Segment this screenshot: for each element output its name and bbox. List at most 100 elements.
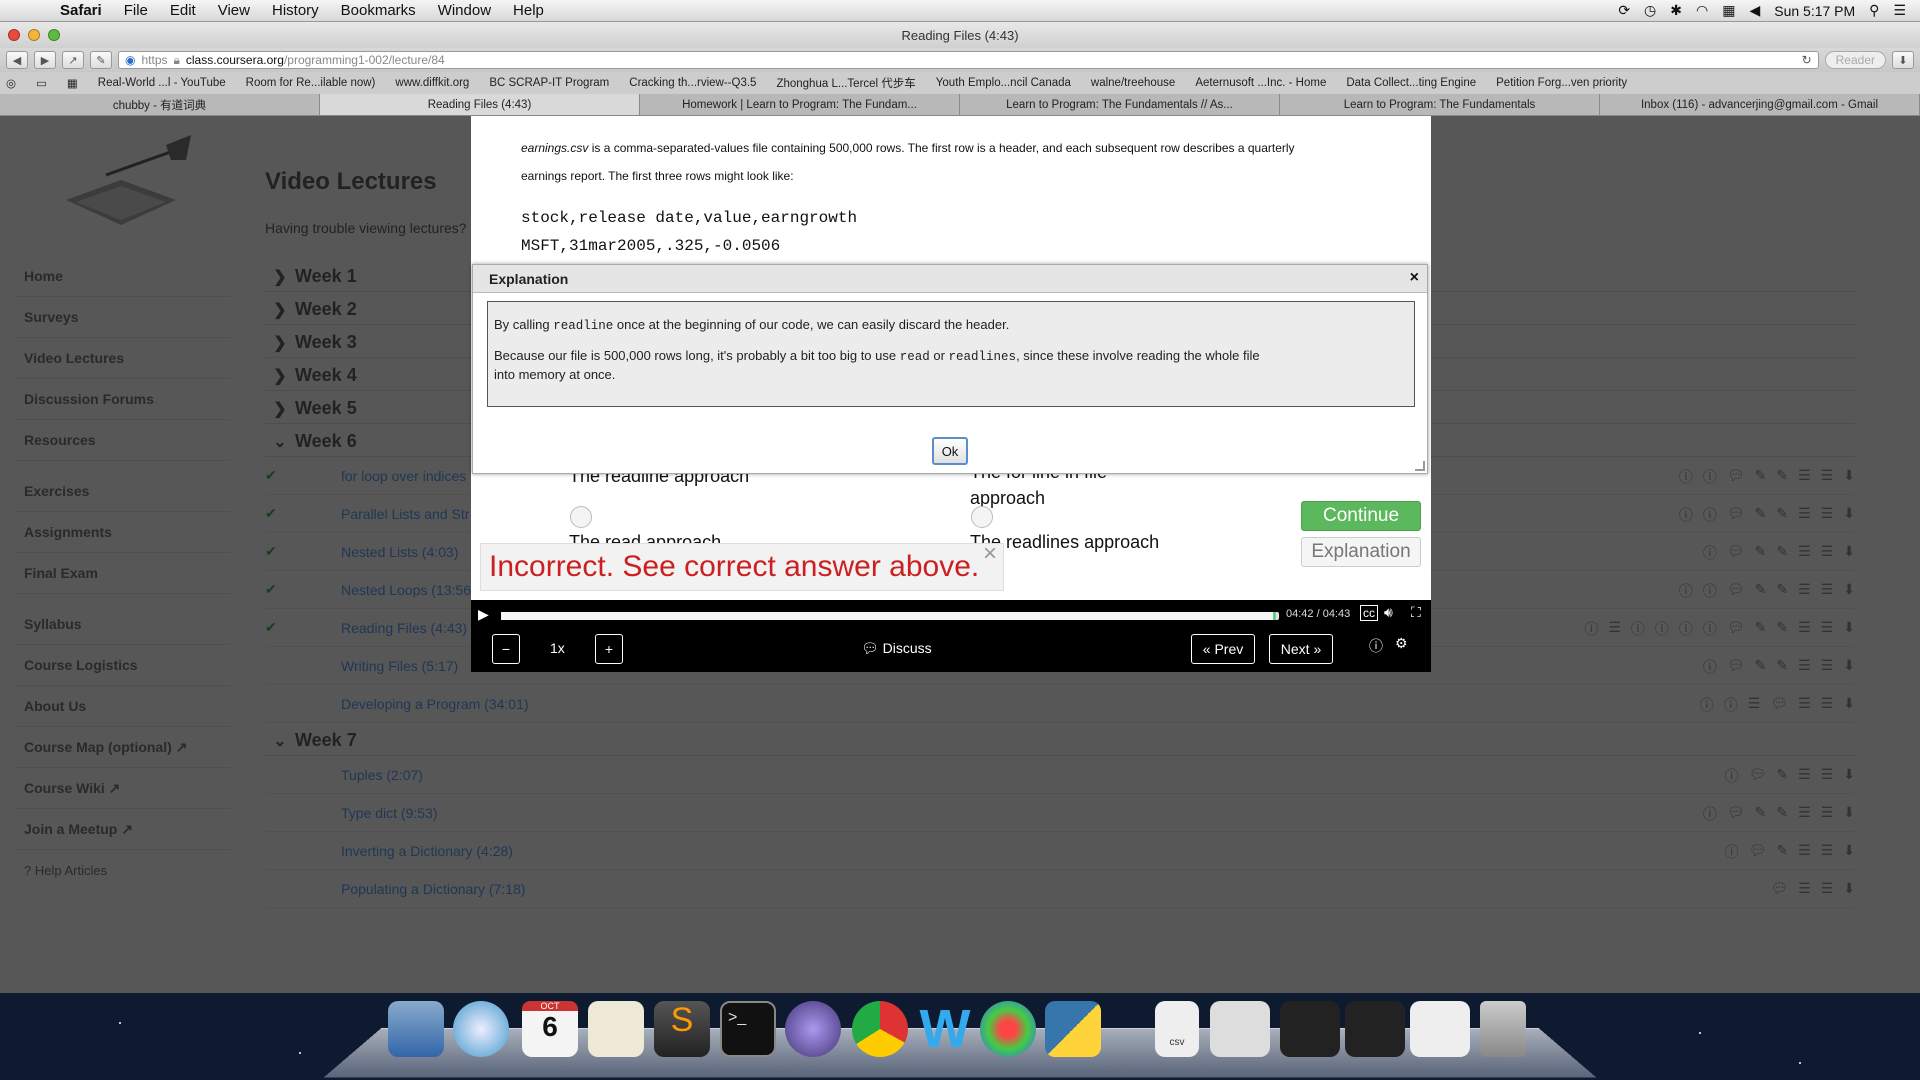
bookmark-item[interactable]: Data Collect...ting Engine: [1346, 77, 1476, 89]
discuss-icon[interactable]: 💬︎: [1727, 467, 1745, 487]
sidebar-item-surveys[interactable]: Surveys: [14, 297, 230, 338]
menu-window[interactable]: Window: [438, 2, 491, 19]
calendar-icon[interactable]: OCT 6: [522, 1001, 578, 1057]
list-icon[interactable]: ☰: [1798, 842, 1811, 862]
bookmarks-icon[interactable]: ▭: [36, 76, 47, 90]
settings-icon[interactable]: ⚙: [1395, 635, 1408, 652]
sidebar-item-exercises[interactable]: Exercises: [14, 471, 230, 512]
bookmark-item[interactable]: Petition Forg...ven priority: [1496, 77, 1627, 89]
info-icon[interactable]: ⓘ: [1679, 581, 1693, 601]
list-icon[interactable]: ☰: [1821, 766, 1834, 786]
download-icon[interactable]: ⬇: [1843, 467, 1855, 487]
tab-chubby[interactable]: chubby - 有道词典: [0, 94, 320, 115]
sidebar-item-help-articles[interactable]: ? Help Articles: [14, 850, 230, 891]
discuss-icon[interactable]: 💬︎: [1749, 842, 1767, 862]
lecture-link[interactable]: Parallel Lists and Str: [341, 506, 469, 522]
edit-icon[interactable]: ✎: [1755, 619, 1767, 639]
lecture-link[interactable]: Inverting a Dictionary (4:28): [341, 843, 513, 859]
info-icon[interactable]: ⓘ: [1703, 619, 1717, 639]
edit-icon[interactable]: ✎: [1776, 842, 1788, 862]
edit-icon[interactable]: ✎: [1755, 804, 1767, 824]
list-icon[interactable]: ☰: [1748, 695, 1761, 715]
tab-reading-files[interactable]: Reading Files (4:43): [320, 94, 640, 115]
lecture-link[interactable]: Populating a Dictionary (7:18): [341, 881, 525, 897]
bookmark-item[interactable]: Youth Emplo...ncil Canada: [936, 77, 1071, 89]
download-icon[interactable]: ⬇: [1843, 657, 1855, 677]
info-icon[interactable]: ⓘ: [1631, 619, 1645, 639]
list-icon[interactable]: ☰: [1798, 880, 1811, 897]
window-thumbnail[interactable]: [1345, 1001, 1405, 1057]
info-icon[interactable]: ⓘ: [1703, 657, 1717, 677]
sublime-icon[interactable]: S: [654, 1001, 710, 1057]
edit-icon[interactable]: ✎: [1755, 657, 1767, 677]
menu-edit[interactable]: Edit: [170, 2, 196, 19]
bookmark-item[interactable]: www.diffkit.org: [395, 77, 469, 89]
close-icon[interactable]: ×: [1410, 269, 1419, 287]
sidebar-item-home[interactable]: Home: [14, 256, 230, 297]
sidebar-item-course-logistics[interactable]: Course Logistics: [14, 645, 230, 686]
info-icon[interactable]: ⓘ: [1725, 766, 1739, 786]
minimize-window-button[interactable]: [28, 29, 40, 41]
clock[interactable]: Sun 5:17 PM: [1774, 3, 1855, 19]
info-icon[interactable]: ⓘ: [1703, 804, 1717, 824]
lecture-link[interactable]: Nested Lists (4:03): [341, 544, 459, 560]
menu-view[interactable]: View: [218, 2, 250, 19]
edit-icon[interactable]: ✎: [1755, 581, 1767, 601]
edit-icon[interactable]: ✎: [1755, 467, 1767, 487]
csv-file-icon[interactable]: csv: [1155, 1001, 1199, 1057]
resize-grip[interactable]: [1415, 461, 1425, 471]
info-icon[interactable]: ⓘ: [1655, 619, 1669, 639]
window-thumbnail[interactable]: [1210, 1001, 1270, 1057]
lecture-link[interactable]: Tuples (2:07): [341, 767, 423, 783]
page-subtitle[interactable]: Having trouble viewing lectures?: [265, 220, 467, 236]
info-icon[interactable]: ⓘ: [1703, 543, 1717, 563]
prev-button[interactable]: « Prev: [1191, 634, 1255, 664]
list-icon[interactable]: ☰: [1821, 543, 1834, 563]
edit-icon[interactable]: ✎: [1776, 619, 1788, 639]
list-icon[interactable]: ☰: [1798, 804, 1811, 824]
python-icon[interactable]: [1045, 1001, 1101, 1057]
volume-icon[interactable]: 🔊︎: [1384, 604, 1393, 621]
lecture-link[interactable]: for loop over indices: [341, 468, 466, 484]
download-icon[interactable]: ⬇: [1843, 619, 1855, 639]
safari-icon[interactable]: [453, 1001, 509, 1057]
info-icon[interactable]: ⓘ: [1703, 505, 1717, 525]
download-icon[interactable]: ⬇: [1843, 766, 1855, 786]
menu-file[interactable]: File: [124, 2, 148, 19]
list-icon[interactable]: ☰: [1821, 695, 1834, 715]
edit-icon[interactable]: ✎: [1776, 467, 1788, 487]
reload-icon[interactable]: ↻: [1802, 53, 1812, 67]
share-icon[interactable]: ↗: [62, 51, 84, 69]
slower-button[interactable]: −: [492, 634, 520, 664]
sidebar-item-assignments[interactable]: Assignments: [14, 512, 230, 553]
reader-button[interactable]: Reader: [1824, 51, 1886, 69]
forward-button[interactable]: ▶: [34, 51, 56, 69]
trash-icon[interactable]: [1480, 1001, 1526, 1057]
continue-button[interactable]: Continue: [1301, 501, 1421, 531]
lecture-link[interactable]: Nested Loops (13:56: [341, 582, 471, 598]
info-icon[interactable]: ⓘ: [1369, 636, 1383, 656]
edit-icon[interactable]: ✎: [1776, 543, 1788, 563]
info-icon[interactable]: ⓘ: [1679, 467, 1693, 487]
flag-icon[interactable]: ▦: [1722, 2, 1735, 19]
eclipse-icon[interactable]: [785, 1001, 841, 1057]
download-icon[interactable]: ⬇: [1843, 543, 1855, 563]
download-icon[interactable]: ⬇: [1843, 581, 1855, 601]
list-icon[interactable]: ☰: [1798, 543, 1811, 563]
tab-gmail[interactable]: Inbox (116) - advancerjing@gmail.com - G…: [1600, 94, 1920, 115]
list-icon[interactable]: ☰: [1608, 619, 1621, 639]
sidebar-item-syllabus[interactable]: Syllabus: [14, 604, 230, 645]
info-icon[interactable]: ⓘ: [1703, 467, 1717, 487]
progress-bar[interactable]: [501, 612, 1279, 620]
list-icon[interactable]: ☰: [1798, 695, 1811, 715]
tab-learn-program[interactable]: Learn to Program: The Fundamentals: [1280, 94, 1600, 115]
terminal-icon[interactable]: >_: [720, 1001, 776, 1057]
menu-history[interactable]: History: [272, 2, 319, 19]
info-icon[interactable]: ⓘ: [1725, 842, 1739, 862]
sidebar-item-video-lectures[interactable]: Video Lectures: [14, 338, 230, 379]
list-icon[interactable]: ☰: [1821, 505, 1834, 525]
list-icon[interactable]: ☰: [1821, 619, 1834, 639]
captions-icon[interactable]: cc: [1360, 605, 1378, 621]
close-icon[interactable]: ×: [983, 540, 997, 568]
textedit-icon[interactable]: [588, 1001, 644, 1057]
